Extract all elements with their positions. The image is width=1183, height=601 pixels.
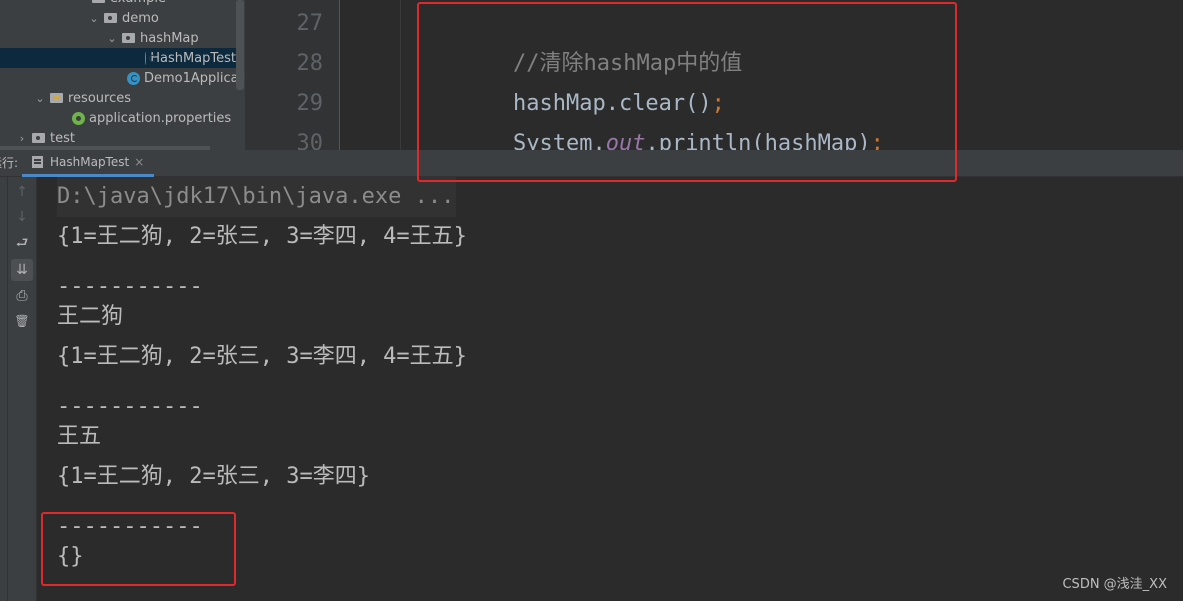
code-editor[interactable]: 27 28 29 30 //清除hashMap中的值 hashMap.clear… [245, 0, 1183, 156]
soft-wrap-icon[interactable]: ⮐ [11, 233, 33, 255]
line-number: 27 [296, 11, 324, 36]
project-tree: example ⌄ demo ⌄ hashMap HashMapTest Dem… [0, 0, 245, 150]
run-label: 运行: [0, 156, 19, 170]
tree-item-label: hashMap [140, 30, 199, 46]
console-command-line: D:\java\jdk17\bin\java.exe ... [57, 177, 457, 217]
tree-item-example[interactable]: example [92, 0, 166, 8]
code-line-comment[interactable]: //清除hashMap中的值 [460, 4, 742, 76]
scroll-to-end-icon[interactable]: ⇊ [11, 259, 33, 281]
tree-item-label: resources [68, 90, 132, 106]
console-output[interactable]: D:\java\jdk17\bin\java.exe ... {1=王二狗, 2… [37, 177, 1183, 601]
close-icon[interactable]: × [134, 155, 144, 169]
spring-class-icon [127, 71, 140, 85]
console-line: 王二狗 [57, 304, 124, 329]
run-toolbar: ↑ ↓ ⮐ ⇊ ⎙ 🗑 [8, 177, 37, 601]
tree-item-label: test [50, 130, 75, 146]
code-line-println[interactable]: System.out.println(hashMap); [460, 84, 884, 156]
console-line: {1=王二狗, 2=张三, 3=李四} [57, 464, 370, 489]
java-class-icon [145, 51, 159, 65]
tree-item-demo[interactable]: ⌄ demo [88, 8, 159, 28]
tree-item-label: application.properties [89, 110, 232, 126]
watermark: CSDN @浅洼_XX [1062, 577, 1167, 592]
console-line: 王五 [57, 424, 102, 449]
indent-guide [400, 0, 401, 150]
tree-item-label: HashMapTest [150, 50, 236, 66]
run-tool-window-header: 运行: HashMapTest × [0, 150, 1183, 177]
console-line: {1=王二狗, 2=张三, 3=李四, 4=王五} [57, 224, 467, 249]
arrow-up-icon[interactable]: ↑ [11, 181, 33, 203]
tree-item-resources[interactable]: ⌄ resources [34, 88, 131, 108]
folder-icon [32, 133, 45, 143]
resources-folder-icon [50, 93, 63, 103]
tree-item-demo1application[interactable]: Demo1Application [127, 68, 245, 88]
properties-file-icon [72, 111, 85, 125]
run-tab-title: HashMapTest [50, 155, 130, 169]
side-strip [0, 177, 8, 601]
chevron-down-icon[interactable]: ⌄ [34, 92, 46, 105]
tree-item-test[interactable]: › test [16, 128, 75, 148]
run-tab-hashmaptest[interactable]: HashMapTest × [22, 150, 154, 177]
run-config-icon [32, 156, 43, 168]
tree-item-label: example [110, 0, 166, 6]
line-number: 28 [296, 51, 324, 76]
chevron-down-icon[interactable]: ⌄ [88, 12, 100, 25]
folder-icon [92, 0, 105, 3]
line-number: 29 [296, 91, 324, 116]
console-line: {} [57, 544, 84, 569]
folder-icon [104, 13, 117, 23]
line-number-gutter: 27 28 29 30 [245, 0, 340, 156]
tree-item-label: Demo1Application [144, 70, 245, 86]
tree-vertical-scrollbar[interactable] [236, 0, 244, 90]
tree-item-application-properties[interactable]: application.properties [72, 108, 231, 128]
print-icon[interactable]: ⎙ [11, 285, 33, 307]
tree-item-hashmaptest[interactable]: HashMapTest [0, 48, 236, 68]
console-line: {1=王二狗, 2=张三, 3=李四, 4=王五} [57, 344, 467, 369]
chevron-down-icon[interactable]: ⌄ [106, 32, 118, 45]
tree-item-hashmap[interactable]: ⌄ hashMap [106, 28, 199, 48]
chevron-right-icon[interactable]: › [16, 132, 28, 145]
arrow-down-icon[interactable]: ↓ [11, 206, 33, 228]
code-line-clear[interactable]: hashMap.clear(); [460, 44, 725, 116]
folder-icon [122, 33, 135, 43]
trash-icon[interactable]: 🗑 [11, 310, 33, 332]
tree-item-label: demo [122, 10, 159, 26]
